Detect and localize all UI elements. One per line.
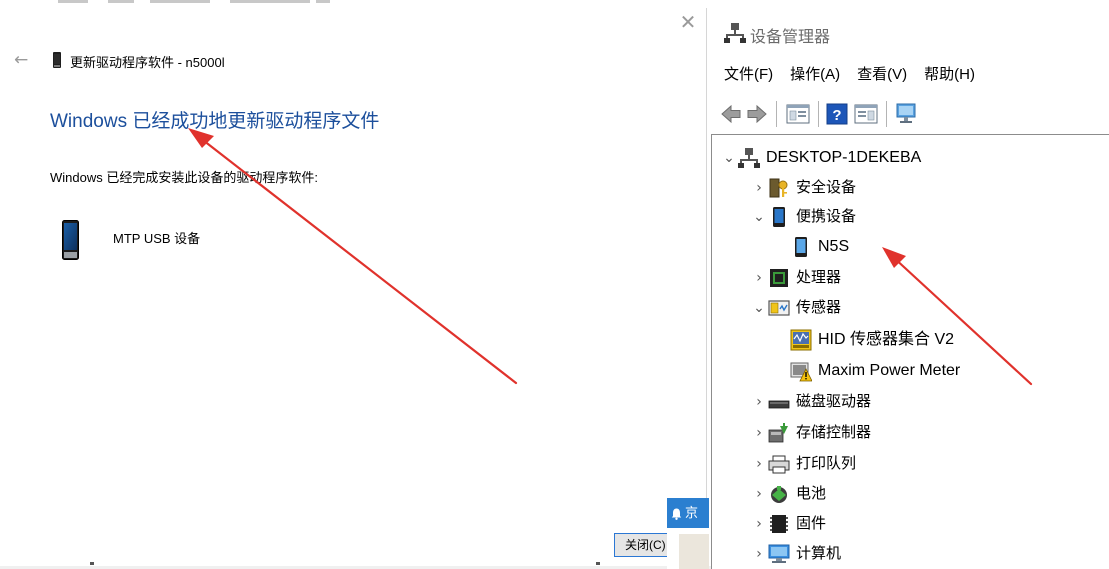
chevron-right-icon[interactable]: › bbox=[750, 510, 768, 538]
menu-bar: 文件(F) 操作(A) 查看(V) 帮助(H) bbox=[724, 64, 992, 86]
menu-help[interactable]: 帮助(H) bbox=[924, 64, 975, 86]
details-icon[interactable] bbox=[854, 103, 878, 125]
tree-item-label: 计算机 bbox=[796, 545, 842, 562]
toolbar: ? bbox=[712, 97, 1109, 133]
security-key-icon bbox=[769, 178, 788, 198]
notification-header: 京 bbox=[667, 498, 709, 528]
warning-sensor-icon bbox=[790, 362, 812, 382]
menu-view[interactable]: 查看(V) bbox=[857, 64, 907, 86]
tree-item-hid-sensor[interactable]: HID 传感器集合 V2 bbox=[790, 326, 954, 354]
sensor-collection-icon bbox=[790, 329, 812, 351]
tree-item-maxim-power[interactable]: Maxim Power Meter bbox=[790, 357, 960, 385]
tree-item-label: 处理器 bbox=[796, 269, 842, 286]
tree-item-storage[interactable]: › 存储控制器 bbox=[750, 419, 871, 447]
tree-item-label: 打印队列 bbox=[796, 455, 857, 472]
tree-item-sensor[interactable]: ⌄ 传感器 bbox=[750, 294, 841, 322]
processor-icon bbox=[770, 269, 788, 287]
notification-popup[interactable]: 京 bbox=[667, 498, 709, 569]
success-heading: Windows 已经成功地更新驱动程序文件 bbox=[50, 111, 380, 132]
tree-item-label: 存储控制器 bbox=[796, 424, 872, 441]
close-icon[interactable]: ✕ bbox=[676, 10, 700, 34]
installed-device-name: MTP USB 设备 bbox=[113, 231, 201, 246]
driver-update-wizard bbox=[0, 0, 712, 569]
computer-tree-icon bbox=[738, 148, 760, 168]
tree-item-computer[interactable]: › 计算机 bbox=[750, 540, 841, 568]
tree-item-label: 安全设备 bbox=[796, 179, 857, 196]
tree-item-portable[interactable]: ⌄ 便携设备 bbox=[750, 203, 856, 231]
bell-icon bbox=[671, 508, 682, 520]
wizard-window-title: 更新驱动程序软件 - n5000l bbox=[70, 55, 225, 70]
chevron-right-icon[interactable]: › bbox=[750, 264, 768, 292]
tree-item-n5s[interactable]: N5S bbox=[790, 233, 849, 261]
tree-item-print-queue[interactable]: › 打印队列 bbox=[750, 450, 856, 478]
portable-device-icon bbox=[795, 237, 807, 257]
chevron-down-icon[interactable]: ⌄ bbox=[720, 144, 738, 172]
chevron-right-icon[interactable]: › bbox=[750, 480, 768, 508]
monitor-icon[interactable] bbox=[894, 103, 918, 125]
tree-root-label: DESKTOP-1DEKEBA bbox=[766, 149, 922, 166]
menu-action[interactable]: 操作(A) bbox=[790, 64, 840, 86]
mobile-device-icon bbox=[62, 220, 79, 260]
tree-item-security[interactable]: › 安全设备 bbox=[750, 174, 856, 202]
chevron-right-icon[interactable]: › bbox=[750, 450, 768, 478]
device-manager-icon bbox=[724, 23, 746, 43]
chevron-right-icon[interactable]: › bbox=[750, 174, 768, 202]
chevron-right-icon[interactable]: › bbox=[750, 419, 768, 447]
tree-item-label: N5S bbox=[818, 238, 850, 255]
properties-icon[interactable] bbox=[786, 103, 810, 125]
disk-drive-icon bbox=[768, 400, 790, 409]
tree-item-firmware[interactable]: › 固件 bbox=[750, 510, 826, 538]
back-arrow-icon[interactable]: ← bbox=[14, 50, 36, 70]
tree-item-battery[interactable]: › 电池 bbox=[750, 480, 826, 508]
computer-icon bbox=[768, 544, 790, 563]
tree-item-processor[interactable]: › 处理器 bbox=[750, 264, 841, 292]
tree-item-label: HID 传感器集合 V2 bbox=[818, 331, 955, 348]
notification-label: 京 bbox=[685, 505, 699, 520]
forward-icon[interactable] bbox=[746, 103, 768, 125]
back-icon[interactable] bbox=[720, 103, 742, 125]
battery-icon bbox=[771, 486, 787, 503]
tree-item-label: 便携设备 bbox=[796, 208, 857, 225]
device-manager-title: 设备管理器 bbox=[750, 29, 831, 46]
chevron-down-icon[interactable]: ⌄ bbox=[750, 203, 768, 231]
tree-item-label: 磁盘驱动器 bbox=[796, 393, 872, 410]
sensor-icon bbox=[768, 300, 790, 316]
tree-item-label: 电池 bbox=[796, 485, 827, 502]
wizard-top-strip bbox=[0, 0, 712, 9]
chevron-down-icon[interactable]: ⌄ bbox=[750, 294, 768, 322]
firmware-icon bbox=[770, 515, 788, 533]
help-icon[interactable]: ? bbox=[826, 103, 848, 125]
tree-item-label: 传感器 bbox=[796, 299, 842, 316]
tree-item-disk[interactable]: › 磁盘驱动器 bbox=[750, 388, 871, 416]
chevron-right-icon[interactable]: › bbox=[750, 540, 768, 568]
portable-device-icon bbox=[773, 207, 785, 227]
notification-thumbnail bbox=[679, 534, 709, 569]
tree-item-label: 固件 bbox=[796, 515, 827, 532]
tree-item-label: Maxim Power Meter bbox=[818, 362, 961, 379]
chevron-right-icon[interactable]: › bbox=[750, 388, 768, 416]
menu-file[interactable]: 文件(F) bbox=[724, 64, 773, 86]
printer-icon bbox=[768, 455, 790, 474]
storage-controller-icon bbox=[768, 423, 788, 443]
tree-root[interactable]: ⌄ DESKTOP-1DEKEBA bbox=[720, 144, 921, 172]
device-small-icon bbox=[53, 52, 61, 68]
install-description: Windows 已经完成安装此设备的驱动程序软件: bbox=[50, 170, 318, 185]
svg-text:?: ? bbox=[832, 107, 841, 124]
